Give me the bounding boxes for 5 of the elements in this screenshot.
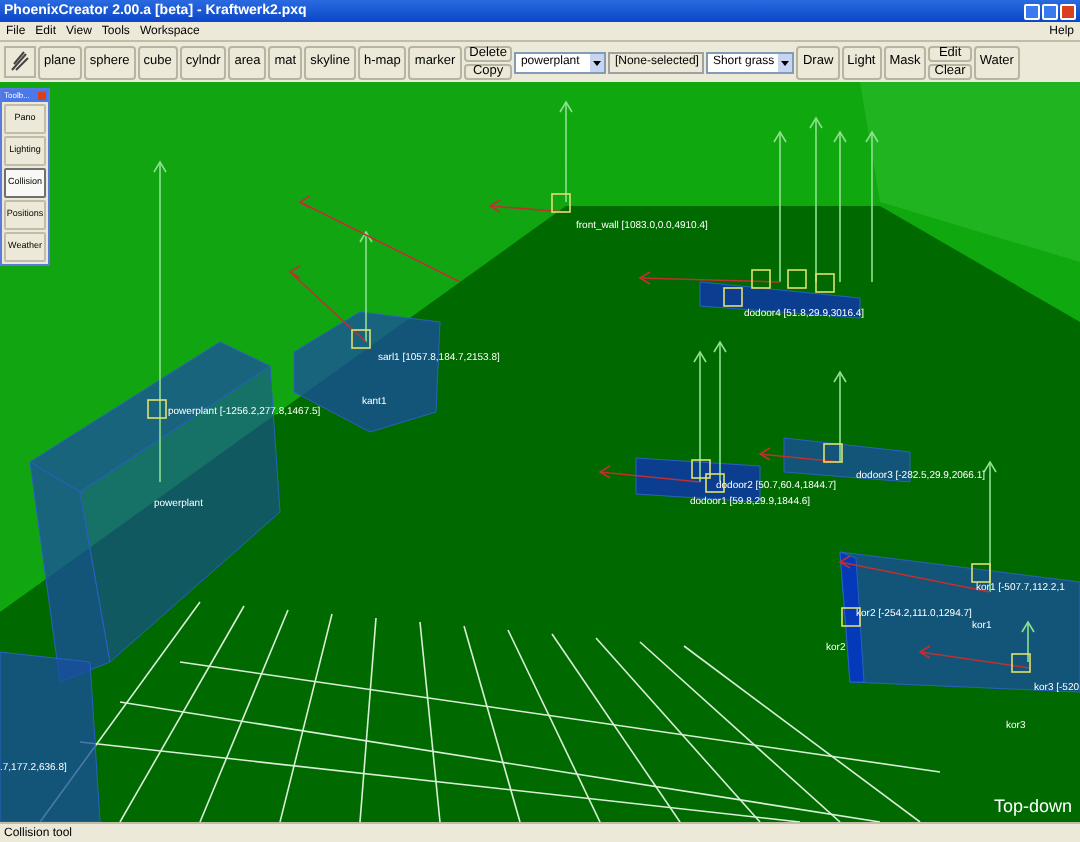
maximize-icon[interactable] [1042,3,1058,19]
brush-tool-icon[interactable] [4,46,36,78]
minimize-icon[interactable] [1024,3,1040,19]
close-icon[interactable] [1060,3,1076,19]
view-mode-label: Top-down [993,798,1072,816]
